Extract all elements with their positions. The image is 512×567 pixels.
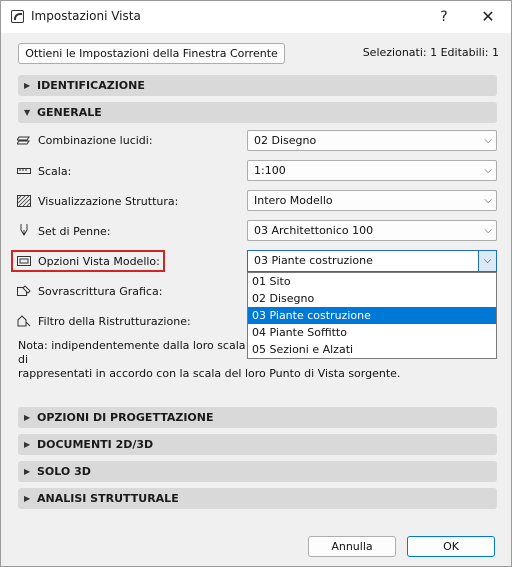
structure-display-icon	[17, 195, 31, 207]
layer-combination-select[interactable]: 02 Disegno ⌵	[247, 130, 497, 151]
chevron-right-icon: ▶	[24, 81, 31, 90]
chevron-right-icon: ▶	[24, 413, 31, 422]
dropdown-option-selected[interactable]: 03 Piante costruzione	[248, 307, 496, 324]
model-view-options-icon	[17, 256, 31, 266]
pen-set-label: Set di Penne:	[38, 225, 111, 238]
chevron-down-icon: ⌵	[484, 135, 492, 146]
title-bar: Impostazioni Vista ? ✕	[1, 1, 511, 33]
chevron-down-icon[interactable]: ⌵	[478, 251, 496, 271]
app-icon	[11, 10, 24, 23]
section-label: SOLO 3D	[37, 465, 91, 478]
renovation-filter-icon	[17, 315, 31, 327]
get-current-window-settings-button[interactable]: Ottieni le Impostazioni della Finestra C…	[18, 43, 285, 64]
chevron-right-icon: ▶	[24, 467, 31, 476]
note-line: rappresentati in accordo con la scala de…	[18, 367, 401, 380]
dialog-body: Ottieni le Impostazioni della Finestra C…	[1, 33, 511, 566]
structure-display-label: Visualizzazione Struttura:	[38, 195, 179, 208]
chevron-down-icon: ⌵	[484, 195, 492, 206]
scale-note: Nota: indipendentemente dalla loro scala…	[18, 339, 401, 381]
dropdown-option[interactable]: 01 Sito	[248, 273, 496, 290]
selection-status: Selezionati: 1 Editabili: 1	[362, 46, 499, 59]
dropdown-option[interactable]: 02 Disegno	[248, 290, 496, 307]
section-identification[interactable]: ▶ IDENTIFICAZIONE	[18, 75, 497, 96]
pen-set-select[interactable]: 03 Architettonico 100 ⌵	[247, 220, 497, 241]
section-structural-analysis[interactable]: ▶ ANALISI STRUTTURALE	[18, 488, 497, 509]
section-label: DOCUMENTI 2D/3D	[37, 438, 154, 451]
chevron-right-icon: ▶	[24, 494, 31, 503]
section-label: IDENTIFICAZIONE	[37, 79, 145, 92]
chevron-down-icon: ▼	[24, 108, 31, 117]
model-view-options-value: 03 Piante costruzione	[254, 254, 373, 267]
chevron-down-icon: ⌵	[484, 165, 492, 176]
scale-select[interactable]: 1:100 ⌵	[247, 160, 497, 181]
dropdown-option[interactable]: 05 Sezioni e Alzati	[248, 341, 496, 358]
section-documents-2d-3d[interactable]: ▶ DOCUMENTI 2D/3D	[18, 434, 497, 455]
section-3d-only[interactable]: ▶ SOLO 3D	[18, 461, 497, 482]
renovation-filter-label: Filtro della Ristrutturazione:	[38, 315, 191, 328]
pen-icon	[20, 224, 28, 236]
section-design-options[interactable]: ▶ OPZIONI DI PROGETTAZIONE	[18, 407, 497, 428]
model-view-options-select[interactable]: 03 Piante costruzione ⌵	[247, 250, 497, 272]
scale-label: Scala:	[38, 165, 72, 178]
scale-icon	[17, 168, 31, 174]
window-title: Impostazioni Vista	[31, 9, 141, 23]
graphic-override-label: Sovrascrittura Grafica:	[38, 285, 163, 298]
section-label: GENERALE	[37, 106, 102, 119]
graphic-override-icon	[17, 285, 31, 296]
help-icon[interactable]: ?	[431, 5, 457, 29]
cancel-button[interactable]: Annulla	[308, 536, 396, 557]
scale-value: 1:100	[254, 164, 286, 177]
structure-display-select[interactable]: Intero Modello ⌵	[247, 190, 497, 211]
chevron-right-icon: ▶	[24, 440, 31, 449]
section-label: ANALISI STRUTTURALE	[37, 492, 179, 505]
layer-combination-value: 02 Disegno	[254, 134, 317, 147]
model-view-options-label: Opzioni Vista Modello:	[38, 255, 160, 268]
chevron-down-icon: ⌵	[484, 225, 492, 236]
note-line: Nota: indipendentemente dalla loro scala…	[18, 339, 246, 366]
layers-icon	[17, 136, 30, 145]
structure-display-value: Intero Modello	[254, 194, 333, 207]
layer-combination-label: Combinazione lucidi:	[38, 134, 153, 147]
pen-set-value: 03 Architettonico 100	[254, 224, 374, 237]
section-general[interactable]: ▼ GENERALE	[18, 102, 497, 123]
ok-button[interactable]: OK	[407, 536, 495, 557]
dropdown-option[interactable]: 04 Piante Soffitto	[248, 324, 496, 341]
model-view-options-dropdown: 01 Sito 02 Disegno 03 Piante costruzione…	[247, 272, 497, 359]
close-icon[interactable]: ✕	[475, 5, 501, 29]
section-label: OPZIONI DI PROGETTAZIONE	[37, 411, 214, 424]
view-settings-dialog: Impostazioni Vista ? ✕ Ottieni le Impost…	[0, 0, 512, 567]
